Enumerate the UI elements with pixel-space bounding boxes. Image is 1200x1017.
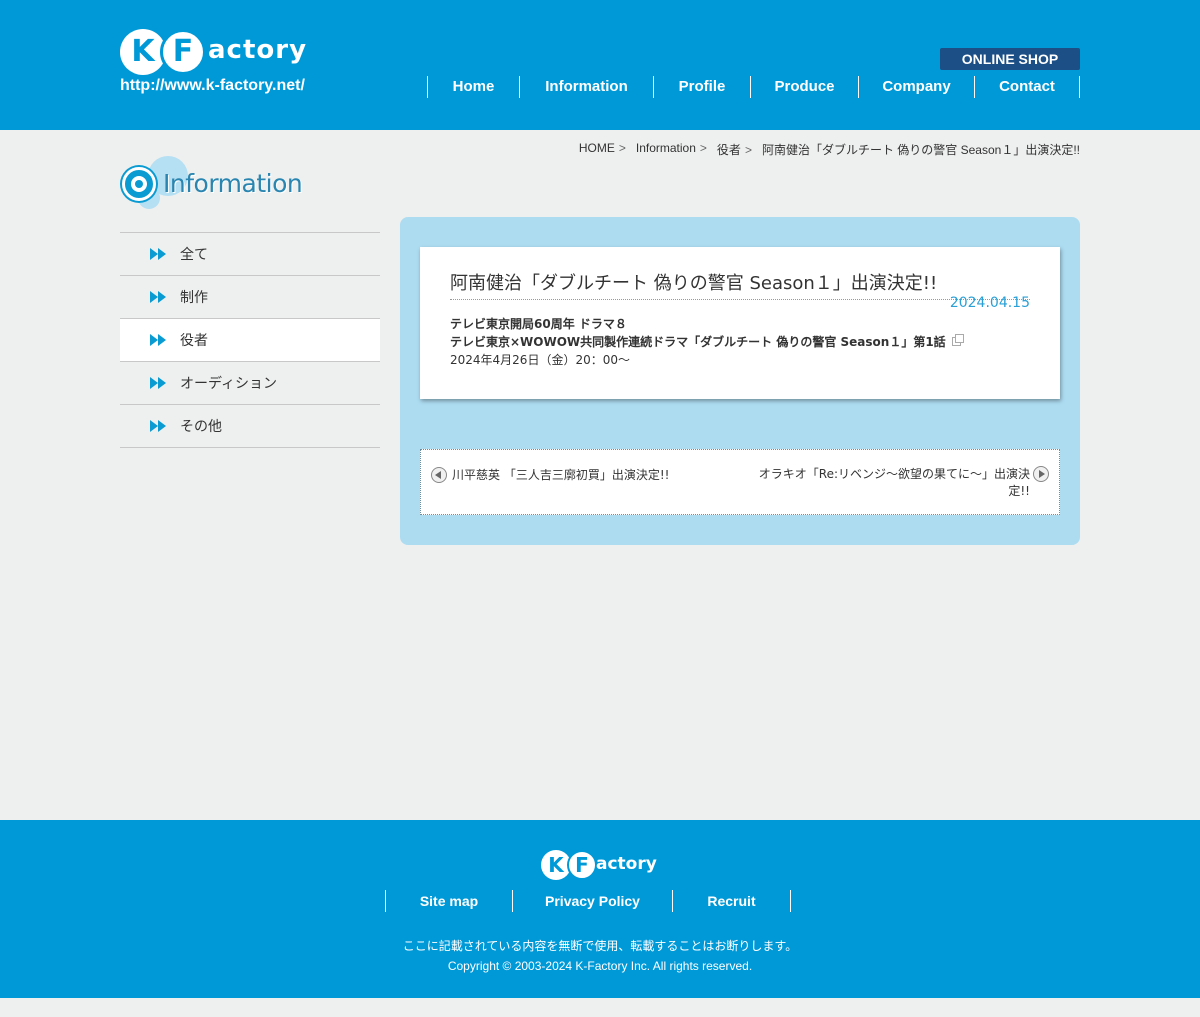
sidebar-item-label: 全て — [180, 247, 208, 263]
double-arrow-icon — [150, 420, 166, 432]
section-heading: Information — [120, 155, 320, 211]
prev-article-label: 川平慈英 「三人吉三廓初買」出演決定!! — [452, 468, 670, 482]
online-shop-button[interactable]: ONLINE SHOP — [940, 48, 1080, 70]
next-article-link[interactable]: オラキオ「Re:リベンジ〜欲望の果てに〜」出演決定!! — [749, 466, 1049, 500]
copyright: Copyright © 2003-2024 K-Factory Inc. All… — [447, 959, 753, 973]
breadcrumb-information[interactable]: Information > — [636, 141, 707, 158]
breadcrumb-category[interactable]: 役者 > — [717, 141, 752, 158]
footer-logo[interactable]: K F actory — [541, 850, 661, 882]
article-pager: 川平慈英 「三人吉三廓初買」出演決定!! オラキオ「Re:リベンジ〜欲望の果てに… — [420, 449, 1060, 515]
logo-wordmark: actory — [596, 854, 657, 874]
sidebar-item-label: 役者 — [180, 333, 208, 349]
article-program-line: テレビ東京開局60周年 ドラマ８ — [450, 317, 627, 331]
sidebar-item-label: その他 — [180, 419, 222, 435]
next-article-label: オラキオ「Re:リベンジ〜欲望の果てに〜」出演決定!! — [758, 467, 1030, 498]
breadcrumb-category-label: 役者 — [716, 143, 741, 157]
footer-nav-recruit[interactable]: Recruit — [673, 890, 791, 912]
breadcrumb-home-label: HOME — [578, 141, 615, 155]
logo-wordmark: actory — [208, 35, 308, 65]
article-date: 2024.04.15 — [949, 295, 1030, 311]
article-title: 阿南健治「ダブルチート 偽りの警官 Season１」出演決定!! — [450, 269, 1030, 300]
sidebar-item-audition[interactable]: オーディション — [120, 362, 380, 405]
double-arrow-icon — [150, 334, 166, 346]
site-footer: K F actory Site map Privacy Policy Recru… — [0, 820, 1200, 998]
double-arrow-icon — [150, 377, 166, 389]
article-drama-label: テレビ東京×WOWOW共同製作連続ドラマ「ダブルチート 偽りの警官 Season… — [450, 335, 946, 349]
chevron-right-icon: > — [699, 141, 707, 155]
breadcrumb-current: 阿南健治「ダブルチート 偽りの警官 Season１」出演決定!! — [761, 143, 1080, 157]
nav-information[interactable]: Information — [520, 76, 654, 98]
main-panel: 阿南健治「ダブルチート 偽りの警官 Season１」出演決定!! 2024.04… — [400, 217, 1080, 545]
sidebar-item-all[interactable]: 全て — [120, 233, 380, 276]
chevron-right-icon: > — [744, 143, 752, 157]
breadcrumb: HOME > Information > 役者 > 阿南健治「ダブルチート 偽りの警官… — [569, 141, 1080, 158]
sidebar-item-label: 制作 — [180, 290, 208, 306]
nav-home[interactable]: Home — [428, 76, 520, 98]
logo-f-mark: F — [567, 850, 597, 880]
double-arrow-icon — [150, 291, 166, 303]
sidebar-item-production[interactable]: 制作 — [120, 276, 380, 319]
global-nav: Home Information Profile Produce Company… — [427, 76, 1080, 98]
sidebar-item-actors[interactable]: 役者 — [120, 319, 380, 362]
footer-nav-sitemap[interactable]: Site map — [386, 890, 513, 912]
footer-notice: ここに記載されている内容を無断で使用、転載することはお断りします。 — [402, 939, 798, 953]
section-title: Information — [163, 169, 303, 198]
nav-produce[interactable]: Produce — [751, 76, 859, 98]
footer-nav-privacy[interactable]: Privacy Policy — [513, 890, 673, 912]
category-sidebar: 全て 制作 役者 オーディション その他 — [120, 232, 380, 448]
sidebar-item-label: オーディション — [180, 376, 278, 392]
site-header: K F actory http://www.k-factory.net/ ONL… — [0, 0, 1200, 130]
sidebar-item-other[interactable]: その他 — [120, 405, 380, 448]
chevron-right-icon: > — [618, 141, 626, 155]
nav-profile[interactable]: Profile — [654, 76, 751, 98]
site-logo[interactable]: K F actory — [120, 27, 310, 77]
nav-company[interactable]: Company — [859, 76, 975, 98]
site-url: http://www.k-factory.net/ — [120, 77, 305, 94]
arrow-right-circle-icon — [1033, 466, 1049, 482]
breadcrumb-information-label: Information — [635, 141, 696, 155]
external-link-icon — [951, 334, 964, 346]
prev-article-link[interactable]: 川平慈英 「三人吉三廓初買」出演決定!! — [431, 466, 669, 483]
double-arrow-icon — [150, 248, 166, 260]
article-card: 阿南健治「ダブルチート 偽りの警官 Season１」出演決定!! 2024.04… — [420, 247, 1060, 399]
logo-f-mark: F — [160, 29, 206, 75]
article-drama-link[interactable]: テレビ東京×WOWOW共同製作連続ドラマ「ダブルチート 偽りの警官 Season… — [450, 333, 964, 350]
nav-contact[interactable]: Contact — [975, 76, 1080, 98]
arrow-left-circle-icon — [431, 466, 447, 483]
target-icon — [122, 167, 156, 201]
article-airdate: 2024年4月26日（金）20：00〜 — [450, 353, 630, 367]
breadcrumb-home[interactable]: HOME > — [579, 141, 626, 158]
footer-nav: Site map Privacy Policy Recruit — [385, 890, 791, 912]
